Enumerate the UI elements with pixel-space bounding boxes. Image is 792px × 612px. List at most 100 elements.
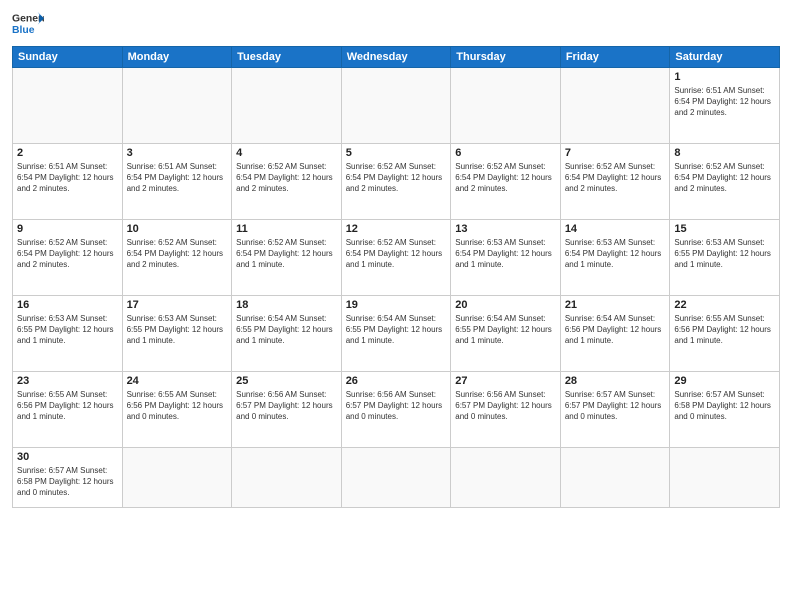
calendar-week-0: 1 Sunrise: 6:51 AM Sunset: 6:54 PM Daylig… [13, 68, 780, 144]
weekday-header-wednesday: Wednesday [341, 47, 451, 68]
day-number: 30 [17, 451, 118, 463]
calendar-cell: 15Sunrise: 6:53 AM Sunset: 6:55 PM Dayli… [670, 220, 780, 296]
day-info: Sunrise: 6:51 AM Sunset: 6:54 PM Dayligh… [17, 161, 118, 195]
calendar-cell: 28 Sunrise: 6:57 AM Sunset: 6:57 PM Dayli… [560, 372, 670, 448]
day-number: 13 [455, 223, 556, 235]
day-info: Sunrise: 6:52 AM Sunset: 6:54 PM Dayligh… [674, 161, 775, 195]
day-number: 11 [236, 223, 337, 235]
calendar-cell [560, 448, 670, 508]
calendar-cell: 9 Sunrise: 6:52 AM Sunset: 6:54 PM Daylig… [13, 220, 123, 296]
day-info: Sunrise: 6:53 AM Sunset: 6:54 PM Dayligh… [565, 237, 666, 271]
logo: General Blue [12, 10, 44, 38]
day-info: Sunrise: 6:57 AM Sunset: 6:58 PM Dayligh… [674, 389, 775, 423]
day-number: 24 [127, 375, 228, 387]
day-number: 4 [236, 147, 337, 159]
day-info: Sunrise: 6:52 AM Sunset: 6:54 PM Dayligh… [236, 161, 337, 195]
weekday-header-thursday: Thursday [451, 47, 561, 68]
day-info: Sunrise: 6:54 AM Sunset: 6:55 PM Dayligh… [236, 313, 337, 347]
day-number: 14 [565, 223, 666, 235]
day-number: 2 [17, 147, 118, 159]
calendar-cell: 23 Sunrise: 6:55 AM Sunset: 6:56 PM Dayli… [13, 372, 123, 448]
day-info: Sunrise: 6:53 AM Sunset: 6:55 PM Dayligh… [127, 313, 228, 347]
day-info: Sunrise: 6:54 AM Sunset: 6:56 PM Dayligh… [565, 313, 666, 347]
page-header: General Blue [12, 10, 780, 38]
day-number: 22 [674, 299, 775, 311]
calendar-cell: 29 Sunrise: 6:57 AM Sunset: 6:58 PM Dayli… [670, 372, 780, 448]
day-info: Sunrise: 6:52 AM Sunset: 6:54 PM Dayligh… [346, 161, 447, 195]
calendar-cell [341, 448, 451, 508]
calendar-week-1: 2 Sunrise: 6:51 AM Sunset: 6:54 PM Daylig… [13, 144, 780, 220]
day-info: Sunrise: 6:55 AM Sunset: 6:56 PM Dayligh… [674, 313, 775, 347]
calendar-cell: 30Sunrise: 6:57 AM Sunset: 6:58 PM Dayli… [13, 448, 123, 508]
day-info: Sunrise: 6:57 AM Sunset: 6:57 PM Dayligh… [565, 389, 666, 423]
calendar-week-3: 16 Sunrise: 6:53 AM Sunset: 6:55 PM Dayli… [13, 296, 780, 372]
calendar-table: SundayMondayTuesdayWednesdayThursdayFrid… [12, 46, 780, 508]
calendar-cell: 5 Sunrise: 6:52 AM Sunset: 6:54 PM Daylig… [341, 144, 451, 220]
day-number: 9 [17, 223, 118, 235]
calendar-cell: 8 Sunrise: 6:52 AM Sunset: 6:54 PM Daylig… [670, 144, 780, 220]
day-number: 16 [17, 299, 118, 311]
calendar-cell [341, 68, 451, 144]
day-number: 23 [17, 375, 118, 387]
calendar-cell: 1 Sunrise: 6:51 AM Sunset: 6:54 PM Daylig… [670, 68, 780, 144]
day-info: Sunrise: 6:52 AM Sunset: 6:54 PM Dayligh… [565, 161, 666, 195]
calendar-week-4: 23 Sunrise: 6:55 AM Sunset: 6:56 PM Dayli… [13, 372, 780, 448]
day-info: Sunrise: 6:53 AM Sunset: 6:55 PM Dayligh… [674, 237, 775, 271]
day-info: Sunrise: 6:56 AM Sunset: 6:57 PM Dayligh… [455, 389, 556, 423]
day-number: 27 [455, 375, 556, 387]
calendar-cell: 18Sunrise: 6:54 AM Sunset: 6:55 PM Dayli… [232, 296, 342, 372]
calendar-cell: 20Sunrise: 6:54 AM Sunset: 6:55 PM Dayli… [451, 296, 561, 372]
day-number: 25 [236, 375, 337, 387]
calendar-cell: 3 Sunrise: 6:51 AM Sunset: 6:54 PM Daylig… [122, 144, 232, 220]
day-number: 21 [565, 299, 666, 311]
weekday-header-friday: Friday [560, 47, 670, 68]
day-info: Sunrise: 6:56 AM Sunset: 6:57 PM Dayligh… [236, 389, 337, 423]
calendar-cell [13, 68, 123, 144]
day-info: Sunrise: 6:52 AM Sunset: 6:54 PM Dayligh… [455, 161, 556, 195]
day-info: Sunrise: 6:52 AM Sunset: 6:54 PM Dayligh… [17, 237, 118, 271]
calendar-cell [670, 448, 780, 508]
day-number: 1 [674, 71, 775, 83]
calendar-cell: 17 Sunrise: 6:53 AM Sunset: 6:55 PM Dayli… [122, 296, 232, 372]
day-info: Sunrise: 6:55 AM Sunset: 6:56 PM Dayligh… [127, 389, 228, 423]
day-number: 3 [127, 147, 228, 159]
day-info: Sunrise: 6:52 AM Sunset: 6:54 PM Dayligh… [127, 237, 228, 271]
calendar-cell: 24 Sunrise: 6:55 AM Sunset: 6:56 PM Dayli… [122, 372, 232, 448]
day-number: 5 [346, 147, 447, 159]
calendar-cell [122, 448, 232, 508]
day-number: 29 [674, 375, 775, 387]
calendar-cell [122, 68, 232, 144]
calendar-cell: 25 Sunrise: 6:56 AM Sunset: 6:57 PM Dayli… [232, 372, 342, 448]
day-info: Sunrise: 6:54 AM Sunset: 6:55 PM Dayligh… [346, 313, 447, 347]
day-info: Sunrise: 6:55 AM Sunset: 6:56 PM Dayligh… [17, 389, 118, 423]
day-number: 17 [127, 299, 228, 311]
calendar-cell: 14 Sunrise: 6:53 AM Sunset: 6:54 PM Dayli… [560, 220, 670, 296]
day-info: Sunrise: 6:51 AM Sunset: 6:54 PM Dayligh… [674, 85, 775, 119]
day-number: 7 [565, 147, 666, 159]
calendar-cell [560, 68, 670, 144]
generalblue-logo-icon: General Blue [12, 10, 44, 38]
calendar-cell: 4 Sunrise: 6:52 AM Sunset: 6:54 PM Daylig… [232, 144, 342, 220]
day-info: Sunrise: 6:53 AM Sunset: 6:54 PM Dayligh… [455, 237, 556, 271]
calendar-cell [451, 68, 561, 144]
day-info: Sunrise: 6:52 AM Sunset: 6:54 PM Dayligh… [346, 237, 447, 271]
calendar-cell: 21 Sunrise: 6:54 AM Sunset: 6:56 PM Dayli… [560, 296, 670, 372]
weekday-header-sunday: Sunday [13, 47, 123, 68]
day-number: 10 [127, 223, 228, 235]
calendar-cell: 12Sunrise: 6:52 AM Sunset: 6:54 PM Dayli… [341, 220, 451, 296]
day-info: Sunrise: 6:54 AM Sunset: 6:55 PM Dayligh… [455, 313, 556, 347]
calendar-week-2: 9 Sunrise: 6:52 AM Sunset: 6:54 PM Daylig… [13, 220, 780, 296]
calendar-cell [232, 68, 342, 144]
svg-text:Blue: Blue [12, 25, 35, 36]
calendar-cell: 13 Sunrise: 6:53 AM Sunset: 6:54 PM Dayli… [451, 220, 561, 296]
day-number: 8 [674, 147, 775, 159]
weekday-header-tuesday: Tuesday [232, 47, 342, 68]
calendar-cell: 6Sunrise: 6:52 AM Sunset: 6:54 PM Daylig… [451, 144, 561, 220]
day-info: Sunrise: 6:51 AM Sunset: 6:54 PM Dayligh… [127, 161, 228, 195]
calendar-cell [451, 448, 561, 508]
day-number: 19 [346, 299, 447, 311]
calendar-week-5: 30Sunrise: 6:57 AM Sunset: 6:58 PM Dayli… [13, 448, 780, 508]
day-number: 28 [565, 375, 666, 387]
calendar-cell [232, 448, 342, 508]
calendar-cell: 11Sunrise: 6:52 AM Sunset: 6:54 PM Dayli… [232, 220, 342, 296]
